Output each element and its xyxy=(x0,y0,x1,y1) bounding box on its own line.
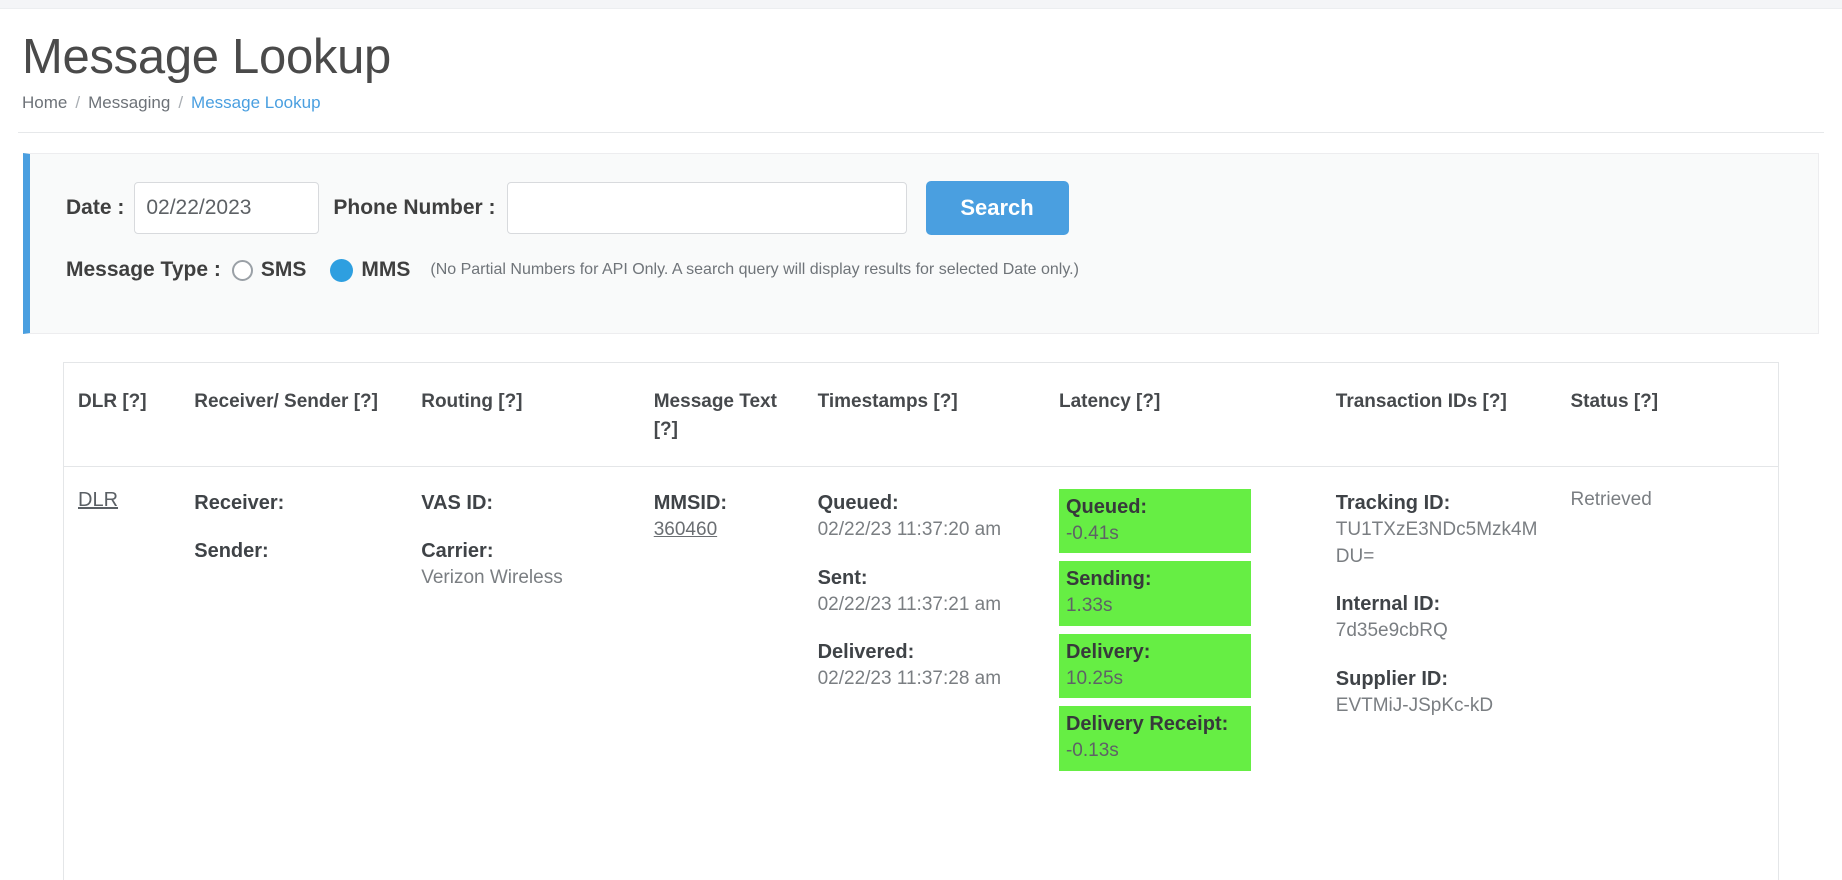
cell-receiver-sender: Receiver: Sender: xyxy=(180,466,407,791)
column-header-dlr[interactable]: DLR [?] xyxy=(64,363,181,467)
radio-option-mms[interactable]: MMS xyxy=(330,258,410,282)
message-type-label: Message Type : xyxy=(66,258,221,282)
breadcrumb: Home / Messaging / Message Lookup xyxy=(22,93,1824,113)
cell-dlr: DLR xyxy=(64,466,180,791)
timestamp-delivered-block: Delivered: 02/22/23 11:37:28 am xyxy=(818,638,1031,693)
carrier-block: Carrier: Verizon Wireless xyxy=(421,537,626,592)
latency-sending-key: Sending: xyxy=(1065,568,1152,591)
radio-label-sms: SMS xyxy=(260,258,307,282)
table-header-row: DLR [?] Receiver/ Sender [?] Routing [?]… xyxy=(64,363,1778,467)
breadcrumb-item-messaging[interactable]: Messaging xyxy=(88,93,170,113)
radio-label-mms: MMS xyxy=(361,258,411,282)
search-panel: Date : Phone Number : Search Message Typ… xyxy=(23,153,1819,335)
latency-delivery-receipt-block: Delivery Receipt: -0.13s xyxy=(1058,706,1251,772)
latency-delivery-key: Delivery: xyxy=(1065,640,1151,663)
vas-id-block: VAS ID: xyxy=(421,489,626,517)
mmsid-key: MMSID: xyxy=(653,491,728,514)
supplier-id-key: Supplier ID: xyxy=(1335,668,1448,691)
radio-circle-icon xyxy=(231,259,253,281)
date-label: Date : xyxy=(66,196,125,220)
tracking-id-key: Tracking ID: xyxy=(1335,491,1451,514)
title-divider xyxy=(18,132,1824,134)
vas-id-key: VAS ID: xyxy=(421,491,494,514)
latency-delivery-value: 10.25s xyxy=(1065,667,1124,689)
page-container: Message Lookup Home / Messaging / Messag… xyxy=(0,30,1842,880)
internal-id-key: Internal ID: xyxy=(1335,593,1441,616)
tracking-id-value: TU1TXzE3NDc5Mzk4MDU= xyxy=(1335,518,1538,567)
latency-sending-block: Sending: 1.33s xyxy=(1058,561,1251,626)
breadcrumb-separator: / xyxy=(75,93,81,113)
timestamp-queued-block: Queued: 02/22/23 11:37:20 am xyxy=(818,489,1031,544)
latency-sending-value: 1.33s xyxy=(1065,595,1113,617)
tracking-id-block: Tracking ID: TU1TXzE3NDc5Mzk4MDU= xyxy=(1336,489,1543,571)
status-badge: Retrieved xyxy=(1570,488,1652,510)
mmsid-link[interactable]: 360460 xyxy=(654,517,790,544)
column-header-status[interactable]: Status [?] xyxy=(1556,363,1778,467)
column-header-transaction-ids[interactable]: Transaction IDs [?] xyxy=(1321,363,1557,467)
cell-status: Retrieved xyxy=(1556,466,1778,791)
cell-message-text: MMSID: 360460 xyxy=(640,466,804,791)
search-form-row-message-type: Message Type : SMS MMS (No Partial Numbe… xyxy=(66,258,1788,282)
column-header-receiver-sender[interactable]: Receiver/ Sender [?] xyxy=(180,363,408,467)
latency-queued-key: Queued: xyxy=(1065,495,1148,518)
latency-delivery-receipt-value: -0.13s xyxy=(1065,740,1119,762)
radio-filled-circle-icon xyxy=(330,258,354,282)
results-table-body: DLR Receiver: Sender: VAS ID: Carrier: V… xyxy=(64,466,1778,791)
internal-id-block: Internal ID: 7d35e9cbRQ xyxy=(1336,590,1543,645)
dlr-link[interactable]: DLR xyxy=(78,489,118,511)
column-header-routing[interactable]: Routing [?] xyxy=(407,363,640,467)
latency-delivery-receipt-key: Delivery Receipt: xyxy=(1065,713,1229,736)
timestamp-sent-key: Sent: xyxy=(817,566,868,589)
timestamp-delivered-value: 02/22/23 11:37:28 am xyxy=(817,668,1002,690)
supplier-id-block: Supplier ID: EVTMiJ-JSpKc-kD xyxy=(1336,665,1543,720)
top-strip xyxy=(0,0,1842,9)
search-button[interactable]: Search xyxy=(925,181,1069,236)
timestamp-sent-value: 02/22/23 11:37:21 am xyxy=(817,593,1002,615)
cell-timestamps: Queued: 02/22/23 11:37:20 am Sent: 02/22… xyxy=(804,466,1045,791)
latency-queued-block: Queued: -0.41s xyxy=(1058,488,1251,554)
radio-option-sms[interactable]: SMS xyxy=(231,258,307,282)
carrier-value: Verizon Wireless xyxy=(421,566,563,588)
latency-queued-value: -0.41s xyxy=(1065,522,1119,544)
date-input[interactable] xyxy=(134,182,320,235)
phone-number-label: Phone Number : xyxy=(333,196,496,220)
search-hint-text: (No Partial Numbers for API Only. A sear… xyxy=(430,261,1079,279)
timestamp-sent-block: Sent: 02/22/23 11:37:21 am xyxy=(818,564,1031,619)
receiver-key: Receiver: xyxy=(194,491,285,514)
receiver-block: Receiver: xyxy=(194,489,393,517)
message-type-radio-group: SMS MMS xyxy=(231,258,410,282)
results-table-head: DLR [?] Receiver/ Sender [?] Routing [?]… xyxy=(64,363,1778,467)
column-header-message-text[interactable]: Message Text [?] xyxy=(639,363,804,467)
carrier-key: Carrier: xyxy=(421,539,494,562)
sender-block: Sender: xyxy=(194,537,393,565)
cell-transaction-ids: Tracking ID: TU1TXzE3NDc5Mzk4MDU= Intern… xyxy=(1322,466,1557,791)
breadcrumb-separator: / xyxy=(178,93,184,113)
phone-number-input[interactable] xyxy=(506,182,907,235)
column-header-timestamps[interactable]: Timestamps [?] xyxy=(803,363,1045,467)
search-form-row-primary: Date : Phone Number : Search xyxy=(66,181,1788,236)
sender-key: Sender: xyxy=(194,539,269,562)
cell-latency: Queued: -0.41s Sending: 1.33s Delivery: … xyxy=(1045,466,1322,791)
timestamp-queued-key: Queued: xyxy=(817,491,899,514)
internal-id-value: 7d35e9cbRQ xyxy=(1335,620,1448,642)
supplier-id-value: EVTMiJ-JSpKc-kD xyxy=(1335,695,1494,717)
latency-delivery-block: Delivery: 10.25s xyxy=(1058,633,1251,699)
breadcrumb-item-message-lookup[interactable]: Message Lookup xyxy=(191,93,320,113)
page-title: Message Lookup xyxy=(22,30,391,84)
results-table-card: DLR [?] Receiver/ Sender [?] Routing [?]… xyxy=(63,362,1779,880)
timestamp-delivered-key: Delivered: xyxy=(817,641,915,664)
cell-routing: VAS ID: Carrier: Verizon Wireless xyxy=(407,466,640,791)
table-row: DLR Receiver: Sender: VAS ID: Carrier: V… xyxy=(64,466,1778,791)
timestamp-queued-value: 02/22/23 11:37:20 am xyxy=(817,518,1002,540)
mmsid-block: MMSID: 360460 xyxy=(654,489,790,544)
column-header-latency[interactable]: Latency [?] xyxy=(1044,363,1322,467)
results-table: DLR [?] Receiver/ Sender [?] Routing [?]… xyxy=(64,363,1778,791)
breadcrumb-item-home[interactable]: Home xyxy=(22,93,67,113)
